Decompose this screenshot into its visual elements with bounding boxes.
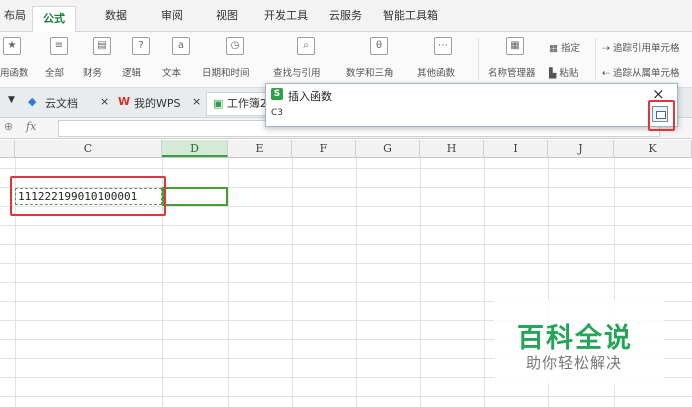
column-header-k[interactable]: K [614, 140, 692, 157]
close-icon[interactable]: × [192, 95, 201, 108]
trace-dependents-button[interactable]: ⇠ 追踪从属单元格 [602, 65, 680, 79]
lookup-button[interactable]: 查找与引用 [273, 65, 321, 79]
more-functions-icon[interactable]: ⋯ [434, 37, 452, 55]
more-functions-button[interactable]: 其他函数 [417, 65, 455, 79]
specify-button[interactable]: ▦ 指定 [549, 40, 580, 54]
logic-button[interactable]: 逻辑 [122, 65, 141, 79]
lookup-icon[interactable]: ⌕ [297, 37, 315, 55]
column-header-e[interactable]: E [228, 140, 292, 157]
close-icon[interactable]: × [100, 95, 109, 108]
wps-logo-icon: W [118, 95, 131, 108]
text-button[interactable]: 文本 [162, 65, 181, 79]
star-icon[interactable]: ★ [3, 37, 21, 55]
recent-functions-button[interactable]: 用函数 [0, 65, 29, 79]
column-header-g[interactable]: G [356, 140, 420, 157]
tab-workbook[interactable]: ▣ 工作簿2 [206, 92, 274, 116]
grid-line [0, 263, 692, 264]
grid-line [0, 282, 692, 283]
tab-smart-toolbox[interactable]: 智能工具箱 [383, 7, 438, 23]
tab-view[interactable]: 视图 [216, 7, 238, 23]
tab-review[interactable]: 审阅 [161, 7, 183, 23]
watermark-subtitle: 助你轻松解决 [526, 354, 623, 372]
tab-workbook-label: 工作簿2 [226, 97, 267, 110]
column-headers: C D E F G H I J K [0, 140, 692, 158]
tab-cloud-docs[interactable]: 云文档 [45, 95, 78, 111]
column-header-i[interactable]: I [484, 140, 548, 157]
column-header-j[interactable]: J [548, 140, 614, 157]
tab-menu-chevron-icon[interactable]: ▼ [8, 95, 15, 105]
sheet-icon: ▣ [213, 97, 224, 110]
fx-label[interactable]: fx [26, 120, 36, 133]
finance-icon[interactable]: ▤ [93, 37, 111, 55]
ribbon-divider [595, 38, 596, 80]
trace-precedents-button[interactable]: ⇢ 追踪引用单元格 [602, 40, 680, 54]
tab-developer[interactable]: 开发工具 [264, 7, 308, 23]
highlight-box [648, 100, 675, 131]
column-header-c[interactable]: C [15, 140, 162, 157]
logic-icon[interactable]: ? [132, 37, 150, 55]
column-header-h[interactable]: H [420, 140, 484, 157]
dialog-title: 插入函数 [288, 90, 332, 103]
wps-sheet-logo-icon: S [271, 88, 283, 100]
zoom-icon[interactable]: ⊕ [4, 120, 13, 133]
specify-label: 指定 [561, 43, 581, 54]
name-manager-button[interactable]: 名称管理器 [488, 65, 536, 79]
cloud-doc-icon: ◆ [28, 95, 37, 108]
clock-icon[interactable]: ◷ [226, 37, 244, 55]
trace-dependents-label: 追踪从属单元格 [612, 68, 680, 79]
grid-line [0, 396, 692, 397]
grid-line [0, 244, 692, 245]
ribbon: ★ 用函数 ≡ 全部 ▤ 财务 ? 逻辑 a 文本 ◷ 日期和时间 ⌕ 查找与引… [0, 32, 692, 88]
all-functions-button[interactable]: 全部 [45, 65, 64, 79]
tab-formula[interactable]: 公式 [32, 6, 76, 32]
column-header-d[interactable]: D [162, 140, 228, 157]
all-functions-icon[interactable]: ≡ [50, 37, 68, 55]
column-header-f[interactable]: F [292, 140, 356, 157]
finance-button[interactable]: 财务 [83, 65, 102, 79]
grid-line [0, 168, 692, 169]
dialog-reference-input[interactable]: C3 [271, 108, 646, 122]
row-header-corner[interactable] [0, 140, 15, 157]
grid-line [0, 225, 692, 226]
ribbon-tab-bar: 布局 公式 数据 审阅 视图 开发工具 云服务 智能工具箱 [0, 0, 692, 32]
insert-function-dialog: S 插入函数 × C3 [265, 83, 678, 127]
tab-layout[interactable]: 布局 [4, 7, 26, 23]
highlight-box [10, 176, 166, 216]
ribbon-divider [478, 38, 479, 80]
trace-precedents-label: 追踪引用单元格 [612, 43, 680, 54]
paste-button[interactable]: ▙ 粘贴 [549, 65, 578, 79]
cell-d3-active[interactable] [162, 187, 228, 206]
text-icon[interactable]: a [172, 37, 190, 55]
watermark-title: 百科全说 [517, 323, 633, 354]
paste-label: 粘贴 [559, 68, 579, 79]
datetime-button[interactable]: 日期和时间 [202, 65, 250, 79]
tab-cloud[interactable]: 云服务 [329, 7, 362, 23]
name-manager-icon[interactable]: ▦ [506, 37, 524, 55]
math-button[interactable]: 数学和三角 [346, 65, 394, 79]
tab-my-wps[interactable]: 我的WPS [134, 95, 181, 111]
tab-data[interactable]: 数据 [105, 7, 127, 23]
math-icon[interactable]: θ [370, 37, 388, 55]
